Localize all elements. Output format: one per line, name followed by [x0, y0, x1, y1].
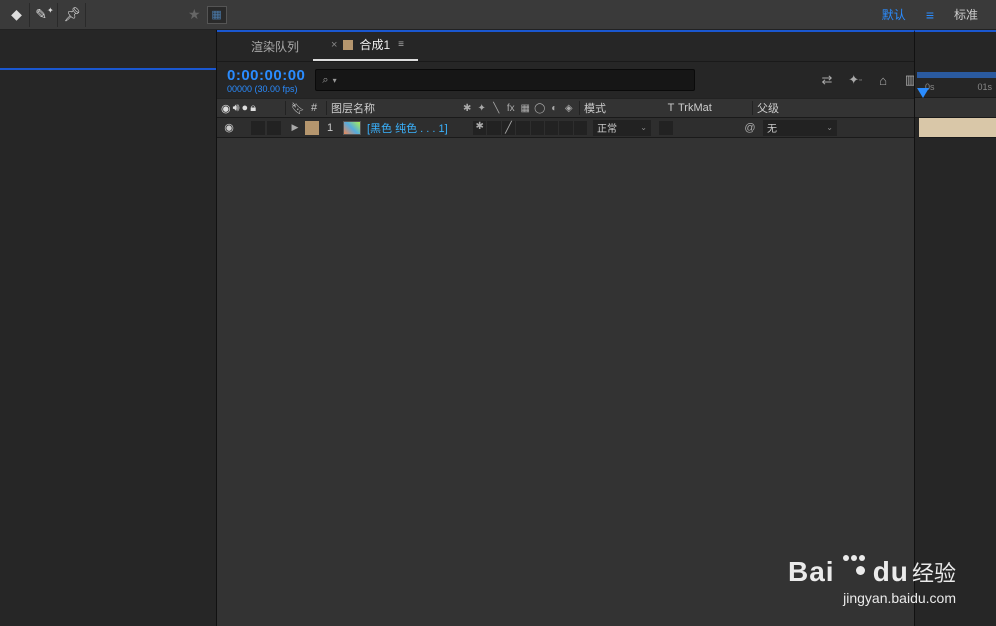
mode-column[interactable]: 模式: [584, 100, 664, 116]
trkmat-toggle[interactable]: [659, 121, 673, 135]
tab-menu-icon[interactable]: ≡: [398, 39, 404, 50]
search-dropdown-icon[interactable]: ▾: [333, 76, 337, 85]
tab-composition[interactable]: × 合成1 ≡: [313, 30, 418, 61]
layer-color-swatch[interactable]: [305, 121, 319, 135]
parent-dropdown[interactable]: 无 ⌄: [763, 120, 837, 136]
number-column: #: [306, 102, 322, 114]
favorite-star-icon[interactable]: ★: [188, 6, 201, 23]
workspace-default-label[interactable]: 默认: [882, 6, 906, 23]
comp-mini-flowchart-icon[interactable]: ⇄: [818, 71, 836, 89]
time-ruler[interactable]: 0s 01s: [915, 62, 996, 98]
timeline-ruler-panel: 0s 01s: [914, 30, 996, 626]
chevron-down-icon: ⌄: [826, 123, 833, 132]
current-timecode[interactable]: 0:00:00:00: [227, 67, 305, 84]
switch-motionblur[interactable]: [545, 121, 558, 135]
shy-toggle-icon[interactable]: ⌂: [874, 71, 892, 89]
eye-column-icon[interactable]: ◉: [221, 102, 231, 115]
layer-search-input[interactable]: ⌕ ▾: [315, 69, 695, 91]
close-icon[interactable]: ×: [331, 39, 337, 51]
layer-name[interactable]: [黑色 纯色 . . . 1]: [367, 120, 473, 136]
switch-collapse[interactable]: [487, 121, 500, 135]
playhead-icon[interactable]: [917, 88, 929, 100]
solo-column-icon[interactable]: ●: [242, 102, 249, 115]
lock-toggle[interactable]: [267, 121, 281, 135]
switches-column: ✱✦╲fx▦◯◐◈: [461, 103, 575, 114]
columns-header: ◉ 🔊︎ ● 🔒︎ 🔖︎ # 图层名称 ✱✦╲fx▦◯◐◈ 模式 T TrkMa…: [217, 98, 996, 118]
workspace-standard-label[interactable]: 标准: [954, 6, 978, 23]
blend-mode-dropdown[interactable]: 正常 ⌄: [593, 120, 651, 136]
ruler-tick: 01s: [977, 82, 992, 92]
timecode-frames: 00000 (30.00 fps): [227, 84, 305, 94]
tab-label: 渲染队列: [251, 38, 299, 55]
timeline-panel: 渲染队列 × 合成1 ≡ 0:00:00:00 00000 (30.00 fps…: [217, 30, 996, 626]
tab-render-queue[interactable]: 渲染队列: [237, 32, 313, 61]
switch-3d[interactable]: [574, 121, 587, 135]
snapping-toggle[interactable]: ▦: [207, 6, 227, 24]
search-icon: ⌕: [322, 74, 328, 87]
tab-label: 合成1: [359, 36, 390, 53]
switch-quality[interactable]: ╱: [502, 121, 515, 135]
workspace-menu-icon[interactable]: ≡: [926, 7, 934, 23]
layer-empty-area[interactable]: [217, 138, 996, 626]
visibility-toggle[interactable]: ◉: [221, 121, 237, 134]
trkmat-column[interactable]: TrkMat: [678, 102, 748, 114]
parent-column[interactable]: 父级: [757, 100, 857, 116]
layer-duration-bar[interactable]: [919, 118, 996, 138]
project-panel: [0, 30, 217, 626]
switch-adjust[interactable]: [559, 121, 572, 135]
twirl-icon[interactable]: ▶: [289, 122, 301, 133]
chevron-down-icon: ⌄: [640, 123, 647, 132]
eraser-tool-icon[interactable]: ◆: [4, 3, 30, 27]
switch-frameblend[interactable]: [531, 121, 544, 135]
audio-column-icon[interactable]: 🔊︎: [233, 102, 240, 115]
pin-tool-icon[interactable]: 📌︎: [60, 3, 86, 27]
layer-thumbnail-icon: [343, 121, 361, 135]
switch-fx[interactable]: [516, 121, 529, 135]
comp-color-icon: [343, 40, 353, 50]
brush-tool-icon[interactable]: ✎✦: [32, 3, 58, 27]
solo-toggle[interactable]: [251, 121, 265, 135]
draft-3d-icon[interactable]: ✦▫: [846, 71, 864, 89]
label-column-icon[interactable]: 🔖︎: [290, 102, 306, 115]
layer-number: 1: [323, 122, 337, 134]
trkmat-t-column: T: [664, 102, 678, 114]
layer-name-column[interactable]: 图层名称: [331, 100, 461, 116]
lock-column-icon[interactable]: 🔒︎: [250, 102, 256, 115]
layer-row[interactable]: ◉ ▶ 1 [黑色 纯色 . . . 1] ✱ ╱: [217, 118, 996, 138]
switch-shy[interactable]: ✱: [473, 121, 486, 135]
pickwhip-icon[interactable]: @: [741, 122, 759, 134]
